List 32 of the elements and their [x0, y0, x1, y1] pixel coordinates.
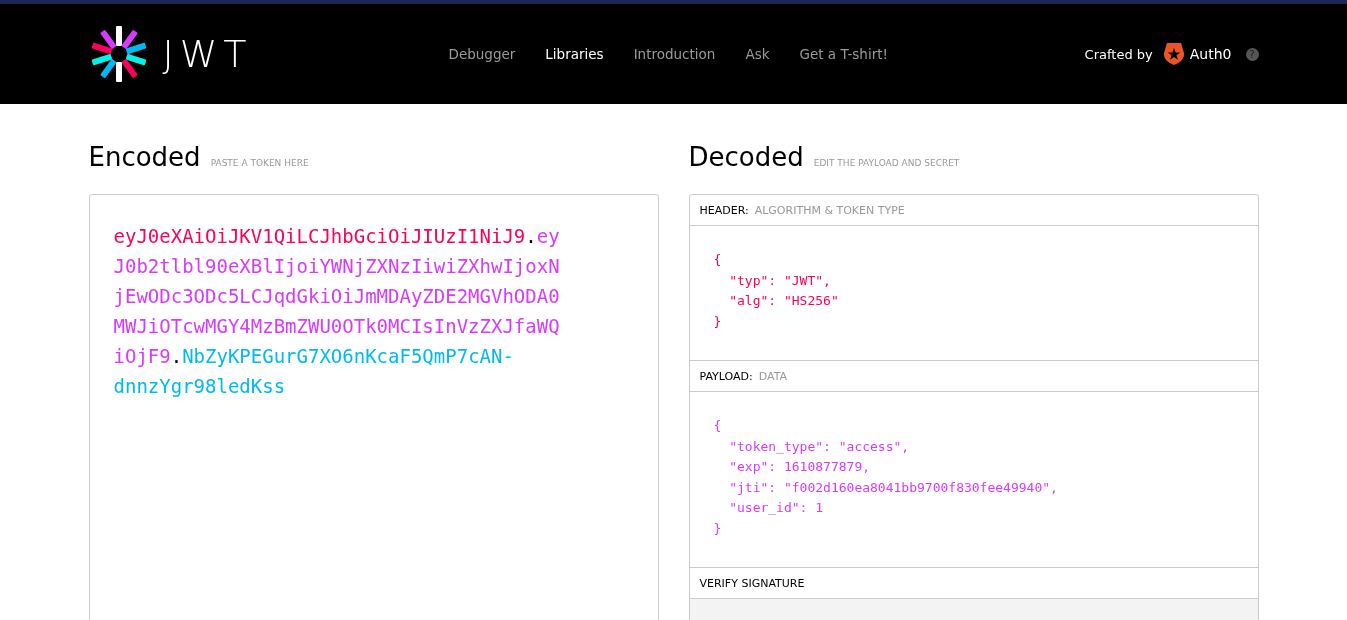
crafted-by-text: Crafted by [1084, 46, 1153, 62]
nav-link[interactable]: Ask [745, 46, 770, 62]
json-editor[interactable]: { "typ": "JWT", "alg": "HS256" } [689, 226, 1258, 361]
code-line: "typ": "JWT", [728, 271, 832, 290]
code-line: } [713, 312, 723, 331]
section-hint: PASTE A TOKEN HERE [210, 158, 309, 168]
brand-name[interactable]: Auth0 [1189, 46, 1232, 62]
section-label: PAYLOAD: [699, 369, 753, 383]
code-line: } [713, 519, 723, 538]
code-line: "alg": "HS256" [728, 292, 840, 310]
section-title: Decoded [688, 142, 804, 172]
section-label: VERIFY SIGNATURE [699, 576, 805, 590]
logo-text: JWT [162, 32, 253, 76]
code-line: { [713, 417, 723, 435]
section-title: Encoded [88, 142, 201, 172]
nav-link[interactable]: Libraries [545, 46, 604, 62]
shield-star-icon [1162, 42, 1185, 66]
code-line: "user_id": 1 [728, 499, 825, 517]
nav-link[interactable]: Introduction [633, 46, 716, 62]
code-line: "jti": "f002d160ea8041bb9700f830fee49940", [728, 478, 1059, 497]
code-line: "exp": 1610877879, [728, 458, 872, 476]
section-hint: EDIT THE PAYLOAD AND SECRET [813, 158, 960, 168]
section-sublabel: ALGORITHM & TOKEN TYPE [754, 203, 905, 217]
json-editor[interactable]: { "token_type": "access", "exp": 1610877879, "jti": "f002d160ea8041bb9700f830fee49940", "user_id": 1 } [689, 392, 1258, 568]
nav-link[interactable]: Debugger [448, 46, 516, 62]
encoded-token: eyJ0eXAiOiJKV1QiLCJhbGciOiJIUzI1NiJ9.eyJ0b2tlbl90eXBlIjoiYWNjZXNzIiwiZXhwIjoxNjEwODc3ODc5LCJqdGkiOiJmMDAyZDE2MGVhODA0MWJiOTcwMGY4MzBmZWU0OTk0MCIsInVzZXJfaWQiOjF9.NbZyKPEGurG7XO6nKcaF5QmP7cAN-dnnzYgr98ledKss [113, 224, 561, 399]
code-line: { [713, 251, 723, 269]
nav-link[interactable]: Get a T-shirt! [799, 46, 888, 62]
code-line: "token_type": "access", [728, 437, 911, 456]
section-sublabel: DATA [758, 369, 788, 383]
token-input[interactable] [88, 194, 659, 620]
section-label: HEADER: [699, 203, 749, 217]
